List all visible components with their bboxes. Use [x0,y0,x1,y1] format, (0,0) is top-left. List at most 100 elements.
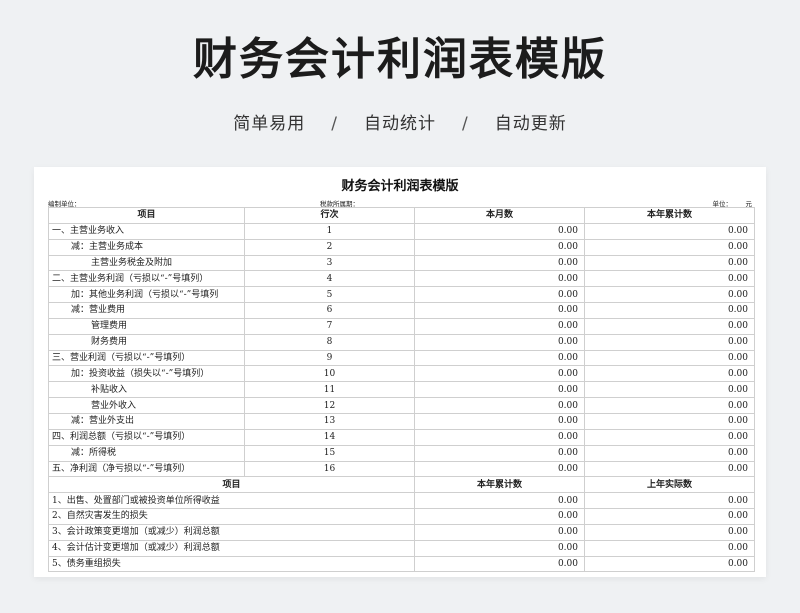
line-number-cell[interactable]: 16 [244,460,415,478]
line-number-cell[interactable]: 8 [244,333,415,351]
ytd-amount-cell[interactable]: 0.00 [584,238,755,256]
item-cell[interactable]: 5、债务重组损失 [48,555,415,573]
month-amount-cell[interactable]: 0.00 [414,286,585,304]
ytd-amount-cell[interactable]: 0.00 [414,508,585,525]
column-header[interactable]: 上年实际数 [584,476,755,494]
table-row: 财务费用 8 0.00 0.00 [48,333,755,351]
item-cell[interactable]: 四、利润总额（亏损以“-”号填列） [48,428,245,446]
month-amount-cell[interactable]: 0.00 [414,460,585,478]
item-cell[interactable]: 营业外收入 [48,397,245,414]
item-cell[interactable]: 财务费用 [48,333,245,351]
sheet-meta: 编制单位： 税款所属期： 单位： 元 [48,197,752,208]
item-cell[interactable]: 五、净利润（净亏损以“-”号填列） [48,460,245,478]
item-cell[interactable]: 三、营业利润（亏损以“-”号填列） [48,349,245,367]
ytd-amount-cell[interactable]: 0.00 [584,222,755,240]
line-number-cell[interactable]: 3 [244,254,415,272]
tag-easy: 简单易用 [233,114,306,134]
ytd-amount-cell[interactable]: 0.00 [584,381,755,399]
line-number-cell[interactable]: 11 [244,381,415,399]
hero-title: 财务会计利润表模版 [193,34,607,85]
item-cell[interactable]: 3、会计政策变更增加（或减少）利润总额 [48,523,415,541]
month-amount-cell[interactable]: 0.00 [414,270,585,288]
ytd-amount-cell[interactable]: 0.00 [584,397,755,414]
tag-auto-update: 自动更新 [494,114,567,134]
ytd-amount-cell[interactable]: 0.00 [584,460,755,478]
line-number-cell[interactable]: 2 [244,238,415,256]
ytd-amount-cell[interactable]: 0.00 [584,302,755,319]
item-cell[interactable]: 主营业务税金及附加 [48,254,245,272]
item-cell[interactable]: 加：投资收益（损失以“-”号填列） [48,365,245,383]
item-cell[interactable]: 减：营业外支出 [48,412,245,430]
line-number-cell[interactable]: 4 [244,270,415,288]
table-row: 4、会计估计变更增加（或减少）利润总额 0.00 0.00 [48,539,755,557]
item-cell[interactable]: 1、出售、处置部门或被投资单位所得收益 [48,492,415,510]
line-number-cell[interactable]: 9 [244,349,415,367]
month-amount-cell[interactable]: 0.00 [414,444,585,462]
line-number-cell[interactable]: 12 [244,397,415,414]
line-number-cell[interactable]: 15 [244,444,415,462]
ytd-amount-cell[interactable]: 0.00 [414,555,585,573]
ytd-amount-cell[interactable]: 0.00 [584,270,755,288]
month-amount-cell[interactable]: 0.00 [414,317,585,335]
table-row: 管理费用 7 0.00 0.00 [48,317,755,335]
tagline: 简单易用 / 自动统计 / 自动更新 [0,110,800,138]
sheet-title: 财务会计利润表模版 [341,179,459,194]
ytd-amount-cell[interactable]: 0.00 [584,412,755,430]
month-amount-cell[interactable]: 0.00 [414,349,585,367]
line-number-cell[interactable]: 14 [244,428,415,446]
line-number-cell[interactable]: 13 [244,412,415,430]
ytd-amount-cell[interactable]: 0.00 [584,333,755,351]
item-cell[interactable]: 管理费用 [48,317,245,335]
month-amount-cell[interactable]: 0.00 [414,412,585,430]
ytd-amount-cell[interactable]: 0.00 [584,317,755,335]
month-amount-cell[interactable]: 0.00 [414,222,585,240]
ytd-amount-cell[interactable]: 0.00 [414,492,585,510]
prev-year-amount-cell[interactable]: 0.00 [584,523,755,541]
item-cell[interactable]: 减：所得税 [48,444,245,462]
item-cell[interactable]: 补贴收入 [48,381,245,399]
item-cell[interactable]: 加：其他业务利润（亏损以“-”号填列 [48,286,245,304]
column-header[interactable]: 本年累计数 [584,207,755,224]
line-number-cell[interactable]: 7 [244,317,415,335]
ytd-amount-cell[interactable]: 0.00 [584,365,755,383]
item-cell[interactable]: 二、主营业务利润（亏损以“-”号填列） [48,270,245,288]
line-number-cell[interactable]: 10 [244,365,415,383]
ytd-amount-cell[interactable]: 0.00 [584,286,755,304]
item-cell[interactable]: 2、自然灾害发生的损失 [48,508,415,525]
ytd-amount-cell[interactable]: 0.00 [414,523,585,541]
ytd-amount-cell[interactable]: 0.00 [414,539,585,557]
table-row: 营业外收入 12 0.00 0.00 [48,397,755,414]
ytd-amount-cell[interactable]: 0.00 [584,428,755,446]
line-number-cell[interactable]: 6 [244,302,415,319]
item-cell[interactable]: 减：营业费用 [48,302,245,319]
month-amount-cell[interactable]: 0.00 [414,333,585,351]
prev-year-amount-cell[interactable]: 0.00 [584,492,755,510]
prev-year-amount-cell[interactable]: 0.00 [584,555,755,573]
month-amount-cell[interactable]: 0.00 [414,302,585,319]
month-amount-cell[interactable]: 0.00 [414,254,585,272]
item-cell[interactable]: 4、会计估计变更增加（或减少）利润总额 [48,539,415,557]
ytd-amount-cell[interactable]: 0.00 [584,254,755,272]
prev-year-amount-cell[interactable]: 0.00 [584,539,755,557]
table-row: 减：营业费用 6 0.00 0.00 [48,302,755,319]
month-amount-cell[interactable]: 0.00 [414,428,585,446]
month-amount-cell[interactable]: 0.00 [414,365,585,383]
column-header[interactable]: 行次 [244,207,415,224]
tag-separator: / [331,114,338,134]
item-cell[interactable]: 一、主营业务收入 [48,222,245,240]
ytd-amount-cell[interactable]: 0.00 [584,444,755,462]
month-amount-cell[interactable]: 0.00 [414,381,585,399]
column-header[interactable]: 项目 [48,207,245,224]
month-amount-cell[interactable]: 0.00 [414,238,585,256]
line-number-cell[interactable]: 1 [244,222,415,240]
column-header[interactable]: 本月数 [414,207,585,224]
spreadsheet-preview: 财务会计利润表模版 编制单位： 税款所属期： 单位： 元 项目 行次 本月数 本年累计… [34,167,766,577]
line-number-cell[interactable]: 5 [244,286,415,304]
tag-separator: / [462,114,469,134]
item-cell[interactable]: 减：主营业务成本 [48,238,245,256]
column-header[interactable]: 本年累计数 [414,476,585,494]
month-amount-cell[interactable]: 0.00 [414,397,585,414]
ytd-amount-cell[interactable]: 0.00 [584,349,755,367]
column-header[interactable]: 项目 [48,476,415,494]
prev-year-amount-cell[interactable]: 0.00 [584,508,755,525]
